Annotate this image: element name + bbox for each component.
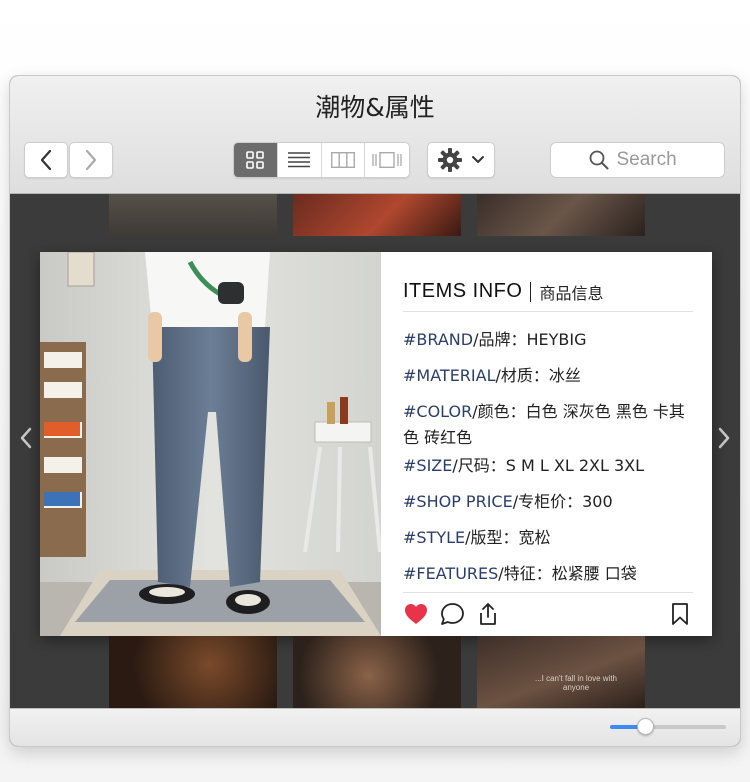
app-window: 潮物&属性 Search ITEMS INFO 商品信息 #BRAND/品牌：H… — [10, 76, 740, 746]
attribute-key: #SIZE — [403, 456, 453, 475]
attribute-key: #STYLE — [403, 528, 466, 547]
attribute-label: /尺码： — [452, 456, 506, 475]
attribute-label: /版型： — [465, 528, 519, 547]
column-view-button[interactable] — [322, 143, 366, 177]
gear-icon — [438, 148, 462, 172]
view-mode-segmented-control — [233, 142, 410, 178]
attribute-key: #FEATURES — [403, 564, 499, 583]
attribute-value: 300 — [582, 492, 613, 511]
product-photo — [40, 252, 381, 636]
grid-view-button[interactable] — [234, 143, 278, 177]
list-view-button[interactable] — [278, 143, 322, 177]
quick-look-card: ITEMS INFO 商品信息 #BRAND/品牌：HEYBIG #MATERI… — [40, 252, 712, 636]
previous-arrow-icon[interactable] — [18, 426, 34, 450]
attribute-shop-price: #SHOP PRICE/专柜价：300 — [403, 489, 693, 515]
gallery-view-button[interactable] — [365, 143, 409, 177]
attribute-key: #BRAND — [403, 330, 474, 349]
chevron-right-icon — [85, 149, 97, 171]
status-bar — [10, 708, 740, 746]
forward-button[interactable] — [69, 142, 113, 178]
bookmark-button[interactable] — [667, 601, 693, 627]
attribute-label: /特征： — [498, 564, 552, 583]
attribute-key: #COLOR — [403, 402, 473, 421]
action-menu-button[interactable] — [427, 142, 495, 178]
search-field[interactable] — [550, 142, 725, 178]
chevron-left-icon — [40, 149, 52, 171]
coverflow-view-icon — [372, 152, 402, 168]
attribute-value: 松紧腰 口袋 — [551, 564, 637, 583]
chevron-down-icon — [472, 156, 484, 163]
attribute-material: #MATERIAL/材质：冰丝 — [403, 363, 693, 389]
attribute-label: /材质： — [495, 366, 549, 385]
grid-view-icon — [246, 151, 265, 169]
search-input[interactable] — [616, 149, 687, 171]
attribute-style: #STYLE/版型：宽松 — [403, 525, 693, 551]
attribute-key: #SHOP PRICE — [403, 492, 513, 511]
thumbnail[interactable] — [109, 194, 277, 236]
attribute-label: /品牌： — [473, 330, 527, 349]
item-info-panel: ITEMS INFO 商品信息 #BRAND/品牌：HEYBIG #MATERI… — [381, 252, 712, 636]
info-subtitle: 商品信息 — [539, 283, 604, 303]
attribute-key: #MATERIAL — [403, 366, 496, 385]
attribute-brand: #BRAND/品牌：HEYBIG — [403, 327, 693, 353]
thumbnail[interactable] — [293, 636, 461, 708]
window-title: 潮物&属性 — [315, 93, 435, 122]
list-view-icon — [288, 152, 311, 168]
column-view-icon — [330, 152, 355, 168]
header-divider — [530, 281, 532, 302]
bookmark-icon — [672, 603, 688, 625]
info-title: ITEMS INFO — [403, 280, 523, 302]
attribute-label: /专柜价： — [512, 492, 583, 511]
attribute-value: S M L XL 2XL 3XL — [505, 456, 645, 475]
attribute-color: #COLOR/颜色：白色 深灰色 黑色 卡其色 砖红色 — [403, 399, 693, 451]
titlebar: 潮物&属性 — [10, 76, 740, 194]
zoom-slider[interactable] — [610, 718, 726, 735]
like-button[interactable] — [403, 601, 429, 627]
share-button[interactable] — [475, 601, 501, 627]
comment-button[interactable] — [439, 601, 465, 627]
attribute-size: #SIZE/尺码：S M L XL 2XL 3XL — [403, 453, 693, 479]
thumbnail[interactable] — [109, 636, 277, 708]
attribute-value: HEYBIG — [526, 330, 587, 349]
attribute-value: 冰丝 — [548, 366, 581, 385]
thumbnail[interactable] — [293, 194, 461, 236]
action-bar — [403, 592, 693, 636]
gallery-content: ITEMS INFO 商品信息 #BRAND/品牌：HEYBIG #MATERI… — [10, 194, 740, 708]
thumbnail[interactable]: ...I can't fall in love with anyone — [477, 636, 645, 708]
comment-icon — [440, 603, 464, 625]
next-arrow-icon[interactable] — [716, 426, 732, 450]
info-header: ITEMS INFO 商品信息 — [403, 272, 693, 312]
attribute-value: 宽松 — [518, 528, 551, 547]
search-icon — [589, 150, 608, 170]
attribute-features: #FEATURES/特征：松紧腰 口袋 — [403, 561, 693, 587]
heart-icon — [405, 604, 427, 624]
back-button[interactable] — [24, 142, 68, 178]
zoom-slider-knob[interactable] — [636, 718, 654, 735]
thumbnail-caption: ...I can't fall in love with anyone — [534, 674, 617, 692]
thumbnail[interactable] — [477, 194, 645, 236]
attribute-label: /颜色： — [472, 402, 526, 421]
share-icon — [480, 603, 496, 625]
